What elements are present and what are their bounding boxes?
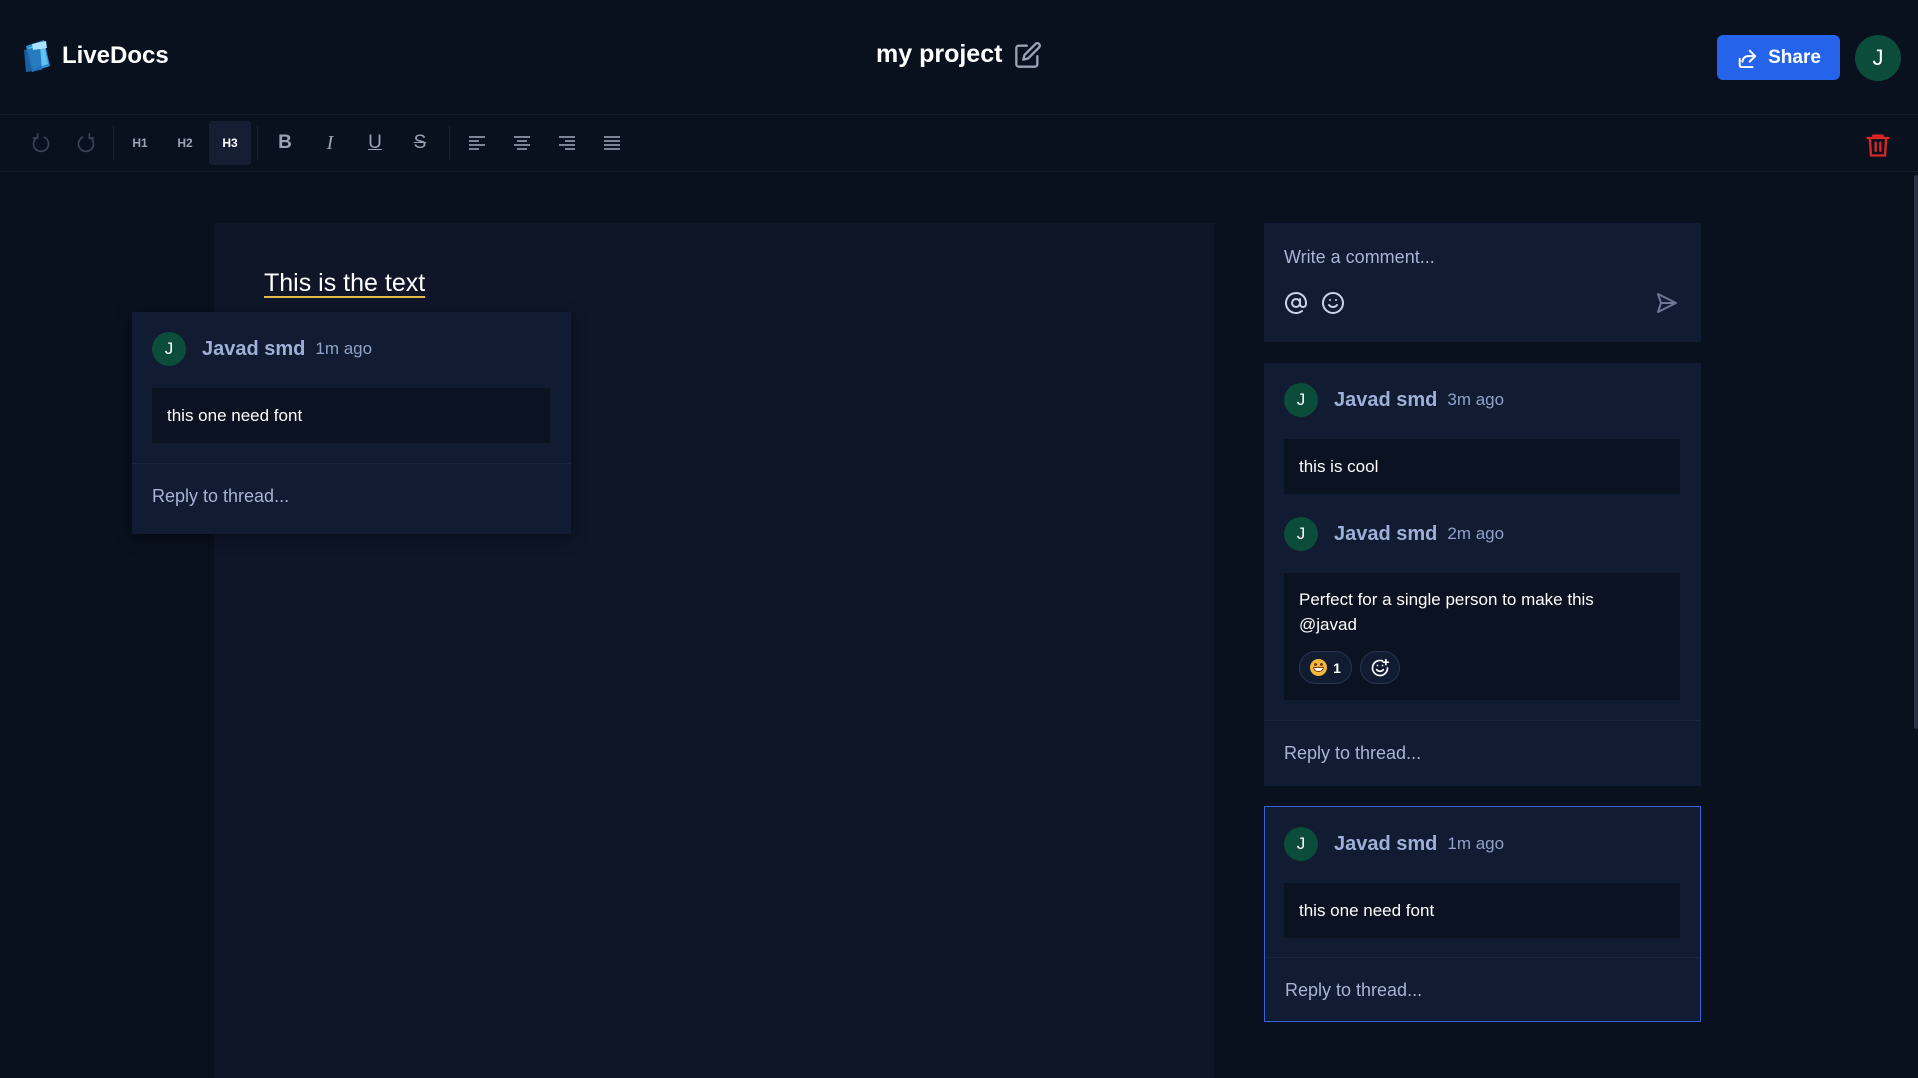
avatar: J — [1284, 827, 1318, 861]
align-center-icon — [514, 136, 530, 150]
bold-icon: B — [278, 132, 292, 153]
toolbar-divider — [257, 126, 258, 160]
comment-time: 1m ago — [1447, 834, 1505, 853]
comment-text: Perfect for a single person to make this… — [1299, 590, 1594, 634]
app-logo[interactable]: LiveDocs — [22, 38, 169, 74]
comment-time: 1m ago — [315, 339, 373, 358]
comment-author: Javad smd — [1334, 832, 1438, 855]
align-center-button[interactable] — [501, 121, 543, 165]
send-icon[interactable] — [1655, 291, 1679, 315]
comment-thread-active: J Javad smd 1m ago this one need font Re… — [1264, 806, 1701, 1022]
undo-icon — [32, 133, 50, 153]
comment-time: 2m ago — [1447, 524, 1505, 543]
app-header: LiveDocs my project Share J — [0, 0, 1918, 115]
logo-icon — [24, 40, 50, 72]
comment-composer: Write a comment... — [1264, 223, 1701, 342]
heading-2-button[interactable]: H2 — [164, 121, 206, 165]
underline-button[interactable]: U — [354, 121, 396, 165]
comment-author: Javad smd — [1334, 388, 1438, 411]
align-justify-button[interactable] — [591, 121, 633, 165]
document-title-area: my project — [876, 40, 1042, 69]
bold-button[interactable]: B — [264, 121, 306, 165]
reply-to-thread-input[interactable]: Reply to thread... — [152, 486, 289, 507]
comment-header: J Javad smd 1m ago — [152, 332, 372, 366]
comment-author: Javad smd — [202, 337, 306, 360]
emoji-icon[interactable] — [1321, 291, 1345, 315]
reply-row: Reply to thread... — [132, 463, 571, 534]
align-left-icon — [469, 136, 485, 150]
grinning-emoji-icon — [1310, 659, 1328, 676]
italic-icon: I — [326, 131, 334, 154]
align-justify-icon — [604, 136, 620, 150]
heading-3-button[interactable]: H3 — [209, 121, 251, 165]
add-reaction-button[interactable] — [1360, 651, 1400, 684]
underline-icon: U — [368, 132, 382, 153]
document-title[interactable]: my project — [876, 40, 1002, 69]
add-reaction-icon — [1371, 658, 1390, 676]
italic-button[interactable]: I — [309, 121, 351, 165]
comment-body: this one need font — [1284, 883, 1680, 938]
reaction-count: 1 — [1333, 659, 1341, 676]
toolbar-divider — [113, 126, 114, 160]
comment-header: J Javad smd 2m ago — [1284, 517, 1504, 551]
strikethrough-icon: S — [413, 132, 427, 153]
align-right-icon — [559, 136, 575, 150]
reply-row: Reply to thread... — [1265, 957, 1700, 1021]
align-right-button[interactable] — [546, 121, 588, 165]
comment-header: J Javad smd 3m ago — [1284, 383, 1504, 417]
share-label: Share — [1768, 46, 1821, 68]
comment-header: J Javad smd 1m ago — [1284, 827, 1504, 861]
avatar: J — [152, 332, 186, 366]
share-button[interactable]: Share — [1717, 35, 1840, 80]
mention-icon[interactable] — [1284, 291, 1308, 315]
align-left-button[interactable] — [456, 121, 498, 165]
comment-author: Javad smd — [1334, 522, 1438, 545]
strikethrough-button[interactable]: S — [399, 121, 441, 165]
avatar: J — [1284, 383, 1318, 417]
toolbar-divider — [449, 126, 450, 160]
app-name: LiveDocs — [62, 42, 169, 69]
heading-1-button[interactable]: H1 — [119, 121, 161, 165]
floating-comment-thread: J Javad smd 1m ago this one need font Re… — [132, 312, 571, 534]
delete-document-icon[interactable] — [1864, 131, 1892, 159]
redo-button[interactable] — [65, 121, 107, 165]
avatar: J — [1284, 517, 1318, 551]
comment-thread: J Javad smd 3m ago this is cool J Javad … — [1264, 363, 1701, 786]
reaction-badge[interactable]: 1 — [1299, 651, 1352, 684]
share-icon — [1738, 49, 1757, 68]
comment-body: this one need font — [152, 388, 550, 443]
editor-heading[interactable]: This is the text — [264, 269, 425, 298]
reply-row: Reply to thread... — [1264, 720, 1701, 786]
page-scrollbar[interactable] — [1914, 175, 1918, 729]
comment-body: this is cool — [1284, 439, 1680, 494]
redo-icon — [77, 133, 95, 153]
comment-time: 3m ago — [1447, 390, 1505, 409]
formatting-toolbar: H1 H2 H3 B I U S — [0, 116, 1918, 172]
reply-to-thread-input[interactable]: Reply to thread... — [1284, 743, 1421, 764]
comment-input[interactable]: Write a comment... — [1284, 247, 1435, 268]
undo-button[interactable] — [20, 121, 62, 165]
edit-icon[interactable] — [1014, 41, 1042, 69]
user-avatar[interactable]: J — [1855, 35, 1901, 81]
reply-to-thread-input[interactable]: Reply to thread... — [1285, 980, 1422, 1001]
